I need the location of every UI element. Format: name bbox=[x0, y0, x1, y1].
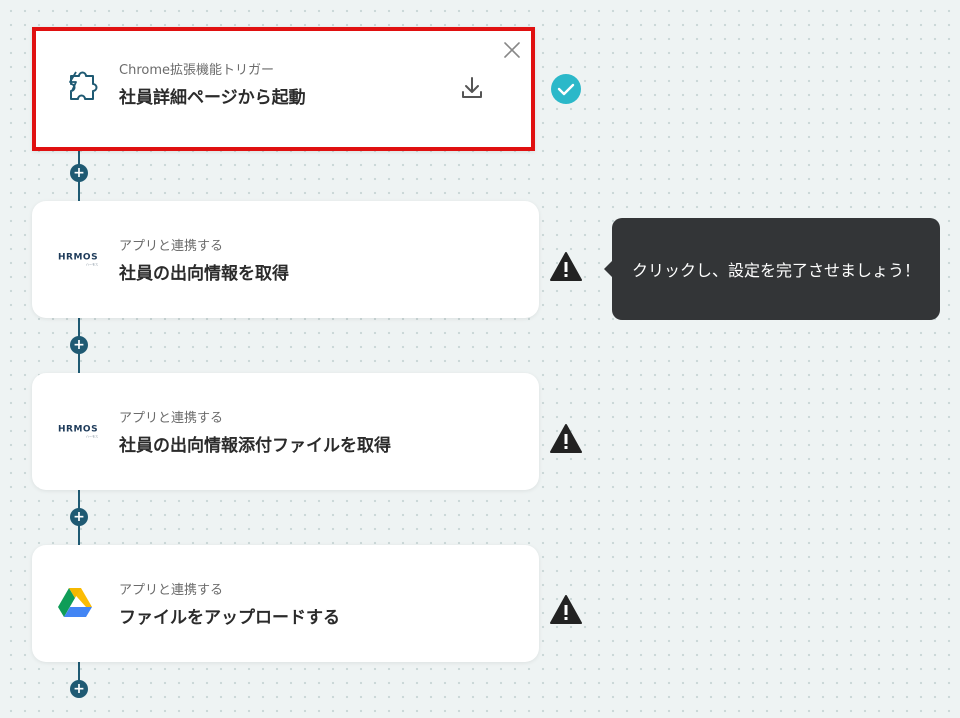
google-drive-icon bbox=[58, 587, 92, 621]
add-step-button[interactable]: + bbox=[70, 680, 88, 698]
warning-icon[interactable] bbox=[550, 423, 582, 455]
warning-icon[interactable] bbox=[550, 251, 582, 283]
close-icon[interactable] bbox=[503, 41, 521, 63]
step-title: ファイルをアップロードする bbox=[119, 608, 340, 628]
tooltip: クリックし、設定を完了させましょう！ bbox=[604, 218, 940, 320]
step-card-text: アプリと連携する ファイルをアップロードする bbox=[119, 583, 340, 628]
download-icon[interactable] bbox=[459, 75, 485, 105]
trigger-card-text: Chrome拡張機能トリガー 社員詳細ページから起動 bbox=[119, 63, 306, 108]
puzzle-lightning-icon bbox=[62, 67, 102, 111]
add-step-button[interactable]: + bbox=[70, 336, 88, 354]
trigger-card[interactable]: Chrome拡張機能トリガー 社員詳細ページから起動 bbox=[32, 27, 535, 151]
step-title: 社員の出向情報を取得 bbox=[119, 264, 289, 284]
trigger-title: 社員詳細ページから起動 bbox=[119, 88, 306, 108]
step-title: 社員の出向情報添付ファイルを取得 bbox=[119, 436, 391, 456]
step-card[interactable]: HRMOS ハーモス アプリと連携する 社員の出向情報添付ファイルを取得 bbox=[32, 373, 539, 490]
warning-icon[interactable] bbox=[550, 594, 582, 626]
step-card[interactable]: アプリと連携する ファイルをアップロードする bbox=[32, 545, 539, 662]
step-subtitle: アプリと連携する bbox=[119, 239, 224, 254]
step-card-text: アプリと連携する 社員の出向情報添付ファイルを取得 bbox=[119, 411, 391, 456]
add-step-button[interactable]: + bbox=[70, 164, 88, 182]
tooltip-text: クリックし、設定を完了させましょう！ bbox=[631, 261, 920, 280]
hrmos-logo: HRMOS ハーモス bbox=[58, 252, 99, 267]
step-card[interactable]: HRMOS ハーモス アプリと連携する 社員の出向情報を取得 bbox=[32, 201, 539, 318]
check-circle-icon bbox=[550, 73, 582, 105]
trigger-subtitle: Chrome拡張機能トリガー bbox=[119, 63, 274, 78]
step-subtitle: アプリと連携する bbox=[119, 583, 224, 598]
step-subtitle: アプリと連携する bbox=[119, 411, 224, 426]
hrmos-logo: HRMOS ハーモス bbox=[58, 424, 99, 439]
step-card-text: アプリと連携する 社員の出向情報を取得 bbox=[119, 239, 289, 284]
add-step-button[interactable]: + bbox=[70, 508, 88, 526]
